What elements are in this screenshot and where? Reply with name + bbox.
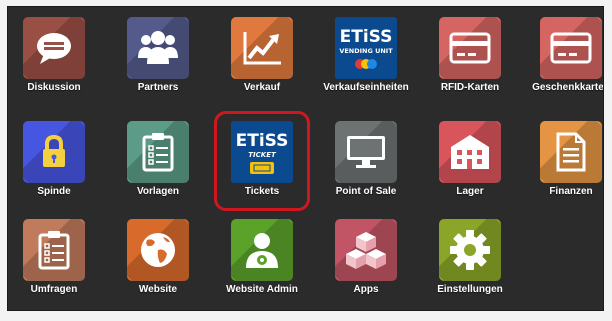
etiss-ticket-logo: ETiSS TICKET [236,131,289,174]
app-label: Website [138,284,178,295]
app-tile [540,121,602,183]
app-label: Finanzen [549,186,593,197]
app-label: Einstellungen [437,284,503,295]
app-tile [335,121,397,183]
app-label: Spinde [37,186,71,197]
app-verkauf[interactable]: Verkauf [212,17,312,107]
app-geschenkkarten[interactable]: Geschenkkarten [521,17,604,107]
app-tile: ETiSS VENDING UNIT [335,17,397,79]
cubes-icon [346,232,386,269]
app-tile [540,17,602,79]
lock-icon [43,134,65,167]
app-finanzen[interactable]: Finanzen [521,121,603,211]
app-tile [335,219,397,281]
app-point-of-sale[interactable]: Point of Sale [316,121,416,211]
ticket-caption: TICKET [248,151,277,159]
app-label: Apps [353,284,379,295]
app-website[interactable]: Website [108,219,208,309]
app-vorlagen[interactable]: Vorlagen [108,121,208,211]
user-gear-icon [246,233,278,268]
etiss-vending-logo: ETiSS VENDING UNIT [339,27,393,69]
app-label: Verkauf [243,82,281,93]
app-label: Lager [456,186,484,197]
app-tile [23,17,85,79]
app-tile: ETiSS TICKET [231,121,293,183]
app-tile [127,121,189,183]
app-spinde[interactable]: Spinde [8,121,104,211]
globe-icon [141,233,175,267]
app-label: Vorlagen [136,186,180,197]
document-icon [556,132,586,172]
vending-caption: VENDING UNIT [339,47,393,55]
app-umfragen[interactable]: Umfragen [8,219,104,309]
app-tile [439,219,501,281]
app-verkaufseinheiten[interactable]: ETiSS VENDING UNIT Verkaufseinheiten [316,17,416,107]
clipboard-list-icon [38,231,70,270]
app-label: Umfragen [30,284,78,295]
app-tile [231,17,293,79]
app-einstellungen[interactable]: Einstellungen [420,219,520,309]
app-tile [127,17,189,79]
gear-icon [450,230,490,270]
trend-chart-icon [243,32,281,65]
app-launcher: Diskussion Partners Verkauf ETiSS VENDIN… [7,6,604,311]
etiss-brand: ETiSS [236,131,289,151]
app-label: Geschenkkarten [532,82,604,93]
app-label: RFID-Karten [440,82,500,93]
card-icon [550,32,592,64]
people-icon [138,31,178,64]
app-label: Verkaufseinheiten [323,82,409,93]
app-label: Diskussion [27,82,81,93]
app-website-admin[interactable]: Website Admin [212,219,312,309]
app-label: Point of Sale [335,186,397,197]
monitor-icon [347,136,385,168]
app-tile [439,121,501,183]
app-label: Website Admin [226,284,298,295]
chat-bubble-icon [37,33,71,64]
app-tile [127,219,189,281]
app-tile [23,121,85,183]
app-tile [439,17,501,79]
card-icon [449,32,491,64]
app-apps[interactable]: Apps [316,219,416,309]
app-tile [231,219,293,281]
app-lager[interactable]: Lager [420,121,520,211]
app-label: Partners [137,82,179,93]
clipboard-list-icon [142,133,174,172]
app-partners[interactable]: Partners [108,17,208,107]
warehouse-icon [451,135,489,169]
app-rfid-karten[interactable]: RFID-Karten [420,17,520,107]
app-diskussion[interactable]: Diskussion [8,17,104,107]
etiss-brand: ETiSS [340,27,393,47]
page-edge [604,0,612,321]
app-tile [23,219,85,281]
